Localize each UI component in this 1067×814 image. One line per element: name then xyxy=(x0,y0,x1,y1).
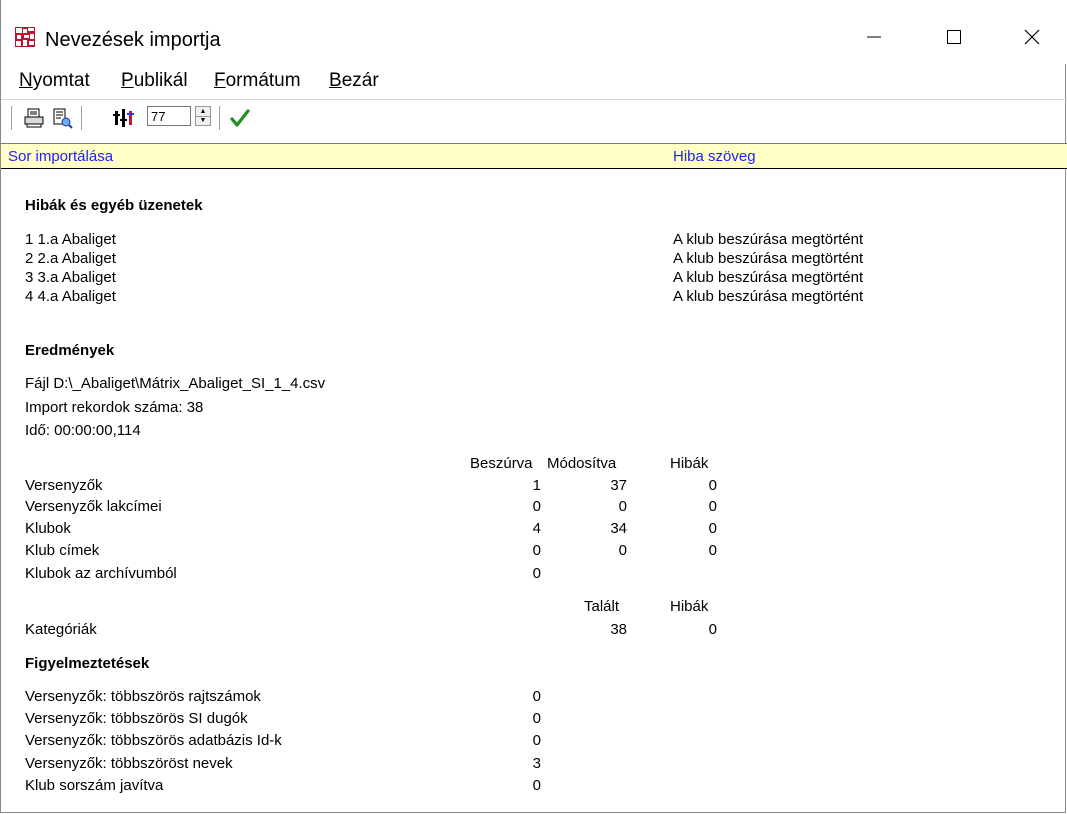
results-row-label: Klubok xyxy=(25,520,71,537)
menu-close[interactable]: Bezár xyxy=(329,68,379,94)
toolbar-separator xyxy=(219,106,220,130)
category-found: 38 xyxy=(610,621,627,638)
results-errors: 0 xyxy=(708,520,717,537)
results-record-count: Import rekordok száma: 38 xyxy=(25,399,204,416)
results-modified: 34 xyxy=(610,520,627,537)
checkmark-icon[interactable] xyxy=(229,107,251,129)
menu-format[interactable]: Formátum xyxy=(214,68,301,94)
warning-value: 3 xyxy=(532,755,541,772)
results-section-title: Eredmények xyxy=(25,342,115,359)
toolbar-separator xyxy=(11,106,12,130)
minimize-button[interactable] xyxy=(851,16,897,58)
print-icon[interactable] xyxy=(23,107,45,129)
import-report-window: Nevezések importja Nyomtat Publikál Form… xyxy=(0,0,1067,813)
toolbar: ▲ ▼ xyxy=(1,99,1067,134)
header-inserted: Beszúrva xyxy=(470,455,533,472)
results-inserted: 0 xyxy=(532,565,541,582)
results-errors: 0 xyxy=(708,542,717,559)
menu-format-label: ormátum xyxy=(225,70,301,91)
menu-print-hotkey: N xyxy=(19,70,33,91)
results-row-label: Klub címek xyxy=(25,542,100,559)
results-modified: 0 xyxy=(618,542,627,559)
error-row: 1 1.a Abaliget xyxy=(25,231,116,248)
close-button[interactable] xyxy=(1009,16,1055,58)
error-row: 3 3.a Abaliget xyxy=(25,269,116,286)
category-errors: 0 xyxy=(708,621,717,638)
zoom-input[interactable] xyxy=(147,106,191,126)
menu-publish[interactable]: Publikál xyxy=(121,68,188,94)
header-modified: Módosítva xyxy=(547,455,617,472)
errors-section-title: Hibák és egyéb üzenetek xyxy=(25,197,203,214)
settings-icon[interactable] xyxy=(113,107,135,129)
results-inserted: 0 xyxy=(532,498,541,515)
column-header-error-text: Hiba szöveg xyxy=(673,148,756,165)
header-category-errors: Hibák xyxy=(670,598,709,615)
title-bar[interactable]: Nevezések importja xyxy=(1,0,1067,64)
warning-value: 0 xyxy=(532,688,541,705)
menu-print[interactable]: Nyomtat xyxy=(19,68,90,94)
results-modified: 0 xyxy=(618,498,627,515)
warning-value: 0 xyxy=(532,710,541,727)
menu-format-hotkey: F xyxy=(214,70,226,91)
menu-close-label: ezár xyxy=(341,70,379,91)
results-modified: 37 xyxy=(610,477,627,494)
report-body: Hibák és egyéb üzenetek 1 1.a Abaliget A… xyxy=(1,170,1067,810)
results-inserted: 0 xyxy=(532,542,541,559)
results-errors: 0 xyxy=(708,477,717,494)
menu-close-hotkey: B xyxy=(329,70,342,91)
warning-label: Versenyzők: többszörös rajtszámok xyxy=(25,688,261,705)
category-label: Kategóriák xyxy=(25,621,97,638)
toolbar-separator xyxy=(81,106,82,130)
warnings-section-title: Figyelmeztetések xyxy=(25,655,150,672)
warning-label: Versenyzők: többszöröst nevek xyxy=(25,755,233,772)
error-row: 4 4.a Abaliget xyxy=(25,288,116,305)
menu-bar: Nyomtat Publikál Formátum Bezár xyxy=(1,68,1067,94)
error-message: A klub beszúrása megtörtént xyxy=(673,288,864,305)
results-time: Idő: 00:00:00,114 xyxy=(25,422,141,439)
results-row-label: Versenyzők xyxy=(25,477,103,494)
stepper-down-icon[interactable]: ▼ xyxy=(196,116,210,125)
header-found: Talált xyxy=(584,598,620,615)
zoom-stepper[interactable]: ▲ ▼ xyxy=(195,106,211,126)
error-message: A klub beszúrása megtörtént xyxy=(673,250,864,267)
warning-value: 0 xyxy=(532,732,541,749)
warning-label: Versenyzők: többszörös adatbázis Id-k xyxy=(25,732,282,749)
warning-label: Versenyzők: többszörös SI dugók xyxy=(25,710,248,727)
column-header-row-import: Sor importálása xyxy=(8,148,114,165)
menu-publish-label: ublikál xyxy=(133,70,188,91)
warning-value: 0 xyxy=(532,777,541,794)
results-errors: 0 xyxy=(708,498,717,515)
warning-label: Klub sorszám javítva xyxy=(25,777,164,794)
menu-print-label: yomtat xyxy=(32,70,90,91)
error-message: A klub beszúrása megtörtént xyxy=(673,269,864,286)
menu-publish-hotkey: P xyxy=(121,70,134,91)
results-row-label: Klubok az archívumból xyxy=(25,565,177,582)
maximize-button[interactable] xyxy=(931,16,977,58)
error-row: 2 2.a Abaliget xyxy=(25,250,116,267)
results-file: Fájl D:\_Abaliget\Mátrix_Abaliget_SI_1_4… xyxy=(25,375,326,392)
maximize-icon xyxy=(947,30,961,44)
results-row-label: Versenyzők lakcímei xyxy=(25,498,162,515)
results-inserted: 4 xyxy=(532,520,541,537)
close-icon xyxy=(1024,29,1040,45)
header-errors: Hibák xyxy=(670,455,709,472)
app-icon xyxy=(15,27,35,47)
error-message: A klub beszúrása megtörtént xyxy=(673,231,864,248)
results-inserted: 1 xyxy=(532,477,541,494)
print-preview-icon[interactable] xyxy=(51,107,73,129)
minimize-icon xyxy=(867,36,881,38)
window-title: Nevezések importja xyxy=(45,29,221,51)
column-header: Sor importálása Hiba szöveg xyxy=(1,143,1067,169)
